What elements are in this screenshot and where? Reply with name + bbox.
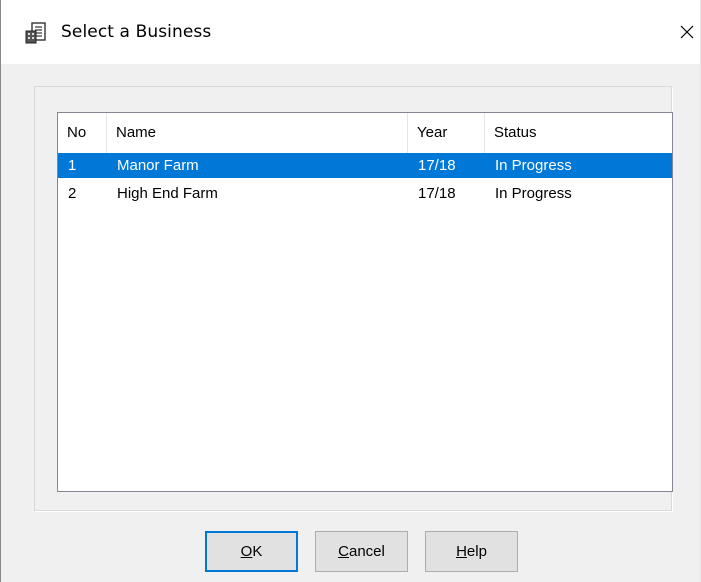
- cancel-button[interactable]: Cancel: [315, 531, 408, 572]
- select-business-dialog: Select a Business No Name Year Status 1 …: [0, 0, 701, 582]
- ok-label-rest: K: [252, 543, 263, 560]
- help-mnemonic: H: [456, 543, 467, 560]
- list-row-high-end-farm[interactable]: 2 High End Farm 17/18 In Progress: [58, 181, 672, 206]
- column-header-status[interactable]: Status: [485, 113, 672, 153]
- ok-mnemonic: O: [240, 543, 253, 560]
- row-year: 17/18: [418, 157, 456, 174]
- ok-button[interactable]: OK: [205, 531, 298, 572]
- row-name: High End Farm: [117, 185, 218, 202]
- close-button[interactable]: [673, 18, 701, 46]
- title-bar[interactable]: Select a Business: [1, 0, 700, 64]
- list-header: No Name Year Status: [58, 113, 672, 153]
- row-status: In Progress: [495, 185, 572, 202]
- column-header-no[interactable]: No: [58, 113, 107, 153]
- business-app-icon: [25, 22, 47, 44]
- column-header-name[interactable]: Name: [107, 113, 408, 153]
- cancel-label-rest: ancel: [348, 543, 385, 560]
- cancel-mnemonic: C: [338, 543, 349, 560]
- close-icon: [680, 25, 694, 39]
- row-name: Manor Farm: [117, 157, 199, 174]
- business-list[interactable]: No Name Year Status 1 Manor Farm 17/18 I…: [57, 112, 673, 492]
- help-label-rest: elp: [466, 543, 487, 560]
- help-button[interactable]: Help: [425, 531, 518, 572]
- row-no: 1: [68, 157, 77, 174]
- dialog-title: Select a Business: [61, 22, 212, 42]
- row-status: In Progress: [495, 157, 572, 174]
- row-no: 2: [68, 185, 77, 202]
- list-row-manor-farm[interactable]: 1 Manor Farm 17/18 In Progress: [58, 153, 672, 178]
- row-year: 17/18: [418, 185, 456, 202]
- column-header-year[interactable]: Year: [408, 113, 485, 153]
